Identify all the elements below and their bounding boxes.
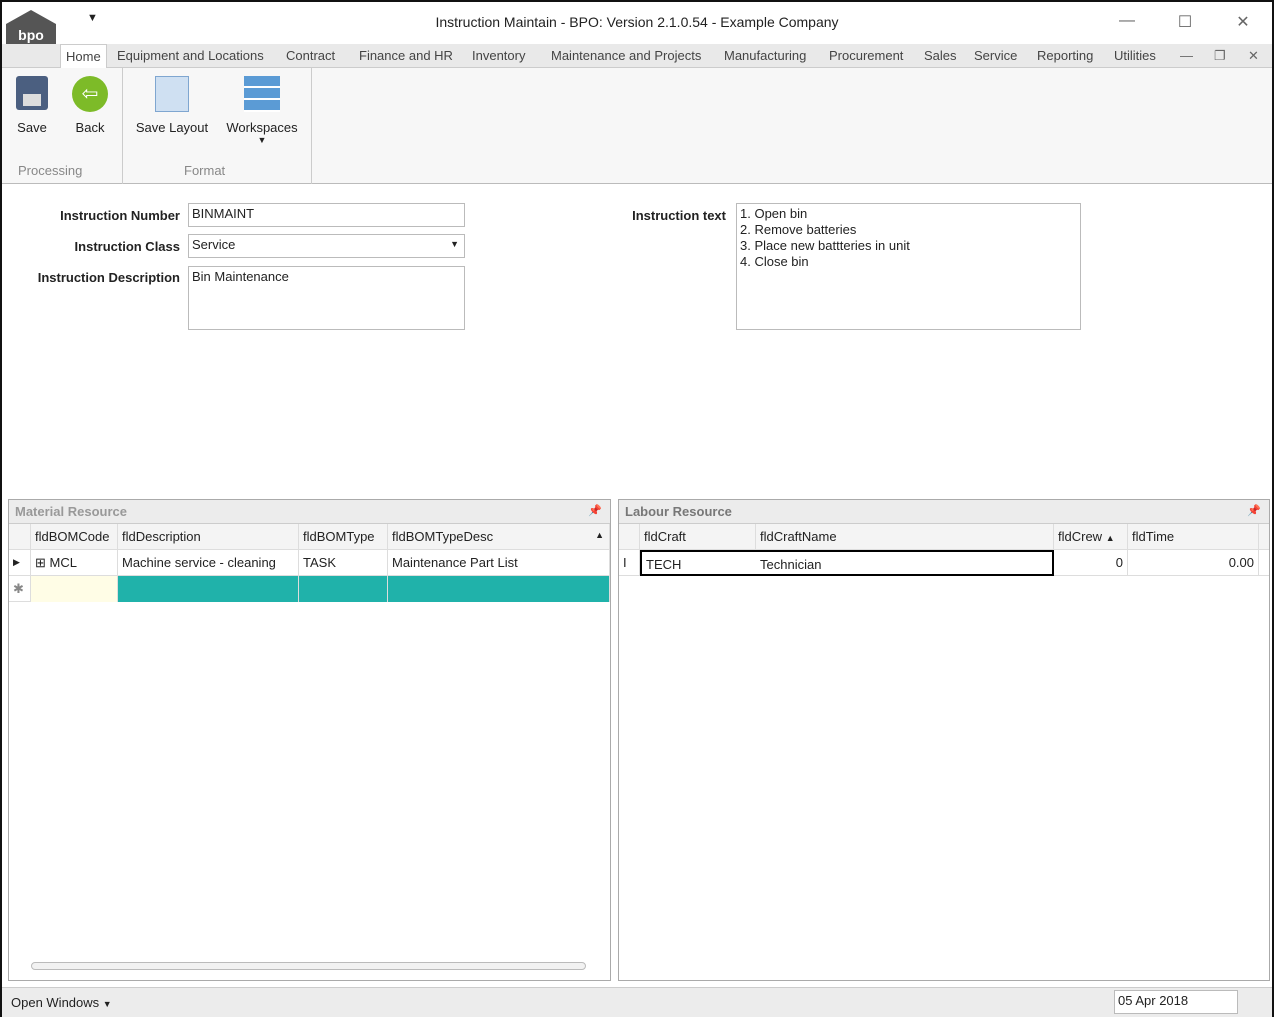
tab-contract[interactable]: Contract	[286, 48, 335, 63]
back-arrow-icon: ⇦	[72, 76, 108, 112]
tab-finance[interactable]: Finance and HR	[359, 48, 453, 63]
tab-inventory[interactable]: Inventory	[472, 48, 525, 63]
new-row-icon: ✱	[9, 576, 31, 602]
instruction-description-label: Instruction Description	[37, 270, 180, 285]
open-windows-button[interactable]: Open Windows ▼	[11, 995, 112, 1010]
save-layout-button[interactable]: Save Layout	[130, 76, 214, 135]
layout-wrench-icon	[155, 76, 189, 112]
save-button[interactable]: Save	[12, 76, 52, 135]
instruction-text-label: Instruction text	[632, 208, 726, 223]
column-header[interactable]: fldTime	[1128, 524, 1259, 550]
labour-resource-panel: Labour Resource 📌 fldCraft fldCraftName f…	[618, 499, 1270, 981]
tab-maintenance[interactable]: Maintenance and Projects	[551, 48, 701, 63]
ribbon: Save ⇦ Back Save Layout Workspaces ▼ Pro…	[2, 68, 1272, 184]
tab-manufacturing[interactable]: Manufacturing	[724, 48, 806, 63]
dropdown-arrow-icon: ▼	[102, 999, 112, 1009]
sort-asc-icon: ▲	[1105, 533, 1115, 543]
instruction-text-textarea[interactable]: 1. Open bin 2. Remove batteries 3. Place…	[736, 203, 1081, 330]
instruction-class-select[interactable]: Service ▼	[188, 234, 465, 258]
mdi-minimize-button[interactable]: —	[1180, 48, 1193, 63]
sort-asc-icon: ▲	[595, 530, 604, 540]
workspaces-button[interactable]: Workspaces ▼	[222, 76, 302, 145]
instruction-class-label: Instruction Class	[74, 239, 180, 254]
ribbon-tabs: Home Equipment and Locations Contract Fi…	[2, 44, 1272, 69]
table-row[interactable]: I TECH Technician 0 0.00	[619, 550, 1269, 576]
instruction-number-input[interactable]: BINMAINT	[188, 203, 465, 227]
minimize-button[interactable]: —	[1112, 12, 1142, 30]
tab-service[interactable]: Service	[974, 48, 1017, 63]
tab-procurement[interactable]: Procurement	[829, 48, 903, 63]
grid-header: fldBOMCode fldDescription fldBOMType fld…	[9, 524, 610, 550]
row-indicator-icon: ▶	[9, 550, 31, 576]
chevron-down-icon[interactable]: ▼	[450, 239, 459, 249]
workspaces-icon	[244, 76, 280, 112]
panel-title: Material Resource	[15, 504, 127, 519]
instruction-number-label: Instruction Number	[60, 208, 180, 223]
new-row[interactable]: ✱	[9, 576, 610, 602]
column-header[interactable]: fldDescription	[118, 524, 299, 550]
group-processing: Processing	[18, 163, 83, 178]
back-button[interactable]: ⇦ Back	[68, 76, 112, 135]
group-format: Format	[184, 163, 226, 178]
tab-utilities[interactable]: Utilities	[1114, 48, 1156, 63]
window-title: Instruction Maintain - BPO: Version 2.1.…	[435, 14, 839, 30]
tab-equipment[interactable]: Equipment and Locations	[117, 48, 264, 63]
table-row[interactable]: ▶ ⊞ MCL Machine service - cleaning TASK …	[9, 550, 610, 576]
horizontal-scrollbar[interactable]	[31, 962, 586, 970]
material-resource-panel: Material Resource 📌 fldBOMCode fldDescrip…	[8, 499, 611, 981]
column-header[interactable]: fldBOMCode	[31, 524, 118, 550]
tab-reporting[interactable]: Reporting	[1037, 48, 1093, 63]
column-header[interactable]: fldCraftName	[756, 524, 1054, 550]
title-bar: bpo ▼ Instruction Maintain - BPO: Versio…	[2, 2, 1272, 66]
dropdown-arrow-icon: ▼	[257, 135, 267, 145]
column-header[interactable]: fldCraft	[640, 524, 756, 550]
close-button[interactable]: ✕	[1228, 12, 1258, 32]
mdi-restore-button[interactable]: ❐	[1214, 48, 1226, 64]
expand-icon[interactable]: ⊞	[35, 555, 46, 570]
grid-header: fldCraft fldCraftName fldCrew ▲ fldTime	[619, 524, 1269, 550]
edit-cursor-icon: I	[619, 550, 640, 576]
pin-icon[interactable]: 📌	[1247, 504, 1261, 517]
column-header[interactable]: fldCrew ▲	[1054, 524, 1128, 550]
status-bar: Open Windows ▼ 05 Apr 2018	[2, 987, 1272, 1017]
column-header[interactable]: fldBOMTypeDesc	[388, 524, 610, 550]
pin-icon[interactable]: 📌	[588, 504, 602, 517]
tab-sales[interactable]: Sales	[924, 48, 957, 63]
date-field[interactable]: 05 Apr 2018	[1114, 990, 1238, 1014]
save-icon	[16, 76, 48, 110]
panel-title: Labour Resource	[625, 504, 732, 519]
mdi-close-button[interactable]: ✕	[1248, 48, 1259, 64]
tab-home[interactable]: Home	[60, 44, 107, 69]
maximize-button[interactable]: ☐	[1170, 12, 1200, 32]
instruction-description-textarea[interactable]: Bin Maintenance	[188, 266, 465, 330]
column-header[interactable]: fldBOMType	[299, 524, 388, 550]
